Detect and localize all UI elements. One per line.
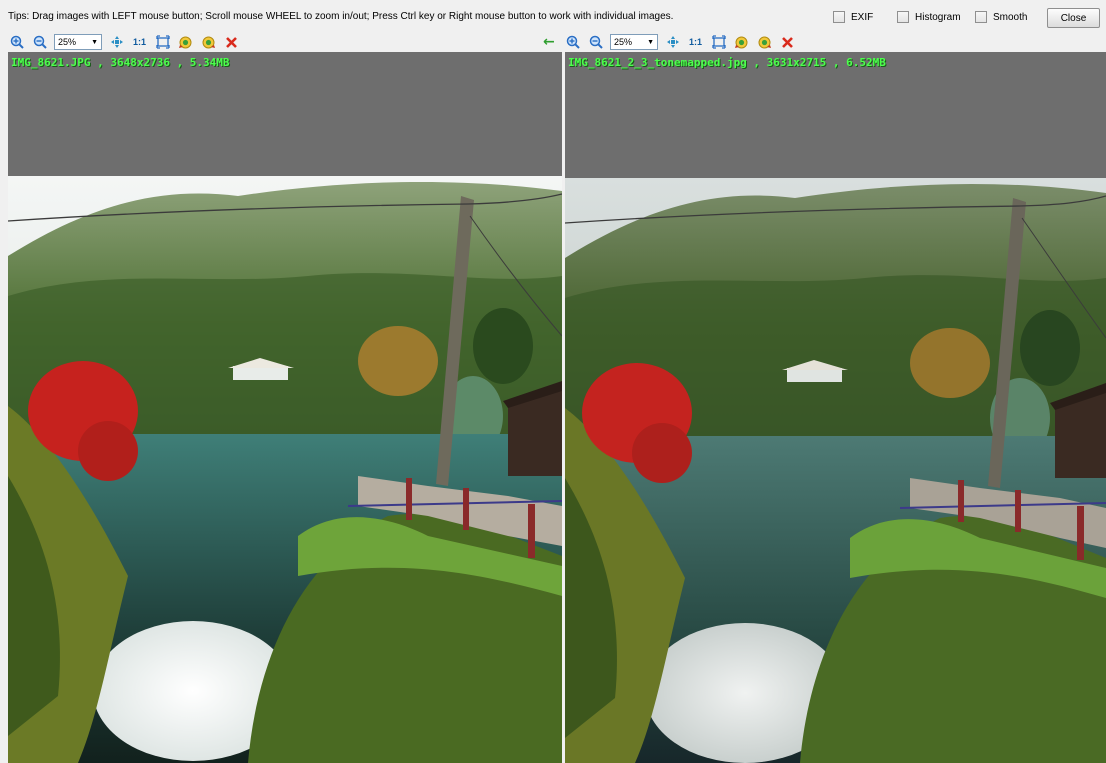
lake-photo-tonemapped: [565, 178, 1106, 763]
fit-to-window-icon[interactable]: [664, 34, 681, 51]
lake-photo: [8, 176, 562, 763]
zoom-value: 25%: [614, 37, 633, 47]
exif-checkbox-box[interactable]: [833, 11, 845, 23]
rotate-left-icon[interactable]: [733, 34, 750, 51]
rotate-right-icon[interactable]: [756, 34, 773, 51]
tips-text: Tips: Drag images with LEFT mouse button…: [8, 11, 674, 22]
histogram-checkbox[interactable]: Histogram: [897, 11, 961, 23]
rotate-right-icon[interactable]: [200, 34, 217, 51]
delete-icon[interactable]: [779, 34, 796, 51]
delete-icon[interactable]: [223, 34, 240, 51]
right-image-viewer[interactable]: IMG_8621_2_3_tonemapped.jpg , 3631x2715 …: [565, 52, 1106, 763]
tips-bar: Tips: Drag images with LEFT mouse button…: [0, 0, 1106, 32]
zoom-out-icon[interactable]: [587, 34, 604, 51]
rotate-left-icon[interactable]: [177, 34, 194, 51]
smooth-checkbox[interactable]: Smooth: [975, 11, 1027, 23]
fit-to-window-icon[interactable]: [108, 34, 125, 51]
left-image-viewer[interactable]: IMG_8621.JPG , 3648x2736 , 5.34MB: [8, 52, 562, 763]
close-button[interactable]: Close: [1047, 8, 1100, 28]
smooth-label: Smooth: [993, 11, 1028, 23]
zoom-select[interactable]: 25% ▼: [610, 34, 658, 50]
chevron-down-icon[interactable]: ▼: [91, 39, 98, 46]
right-photo[interactable]: [565, 178, 1106, 763]
image-caption: IMG_8621_2_3_tonemapped.jpg , 3631x2715 …: [568, 56, 886, 69]
zoom-value: 25%: [58, 37, 77, 47]
histogram-checkbox-box[interactable]: [897, 11, 909, 23]
zoom-out-icon[interactable]: [31, 34, 48, 51]
actual-size-button[interactable]: 1:1: [687, 34, 704, 51]
actual-size-button[interactable]: 1:1: [131, 34, 148, 51]
histogram-label: Histogram: [915, 11, 961, 23]
left-photo[interactable]: [8, 176, 562, 763]
exif-label: EXIF: [851, 11, 874, 23]
smooth-checkbox-box[interactable]: [975, 11, 987, 23]
panel-divider[interactable]: [562, 32, 565, 763]
right-toolbar: 25% ▼ 1:1: [564, 32, 1106, 52]
sync-arrow-icon[interactable]: ←: [543, 34, 555, 50]
fullscreen-icon[interactable]: [154, 34, 171, 51]
fullscreen-icon[interactable]: [710, 34, 727, 51]
zoom-in-icon[interactable]: [8, 34, 25, 51]
chevron-down-icon[interactable]: ▼: [647, 39, 654, 46]
zoom-select[interactable]: 25% ▼: [54, 34, 102, 50]
left-toolbar: 25% ▼ 1:1 ←: [8, 32, 563, 52]
exif-checkbox[interactable]: EXIF: [833, 11, 873, 23]
image-caption: IMG_8621.JPG , 3648x2736 , 5.34MB: [11, 56, 230, 69]
zoom-in-icon[interactable]: [564, 34, 581, 51]
